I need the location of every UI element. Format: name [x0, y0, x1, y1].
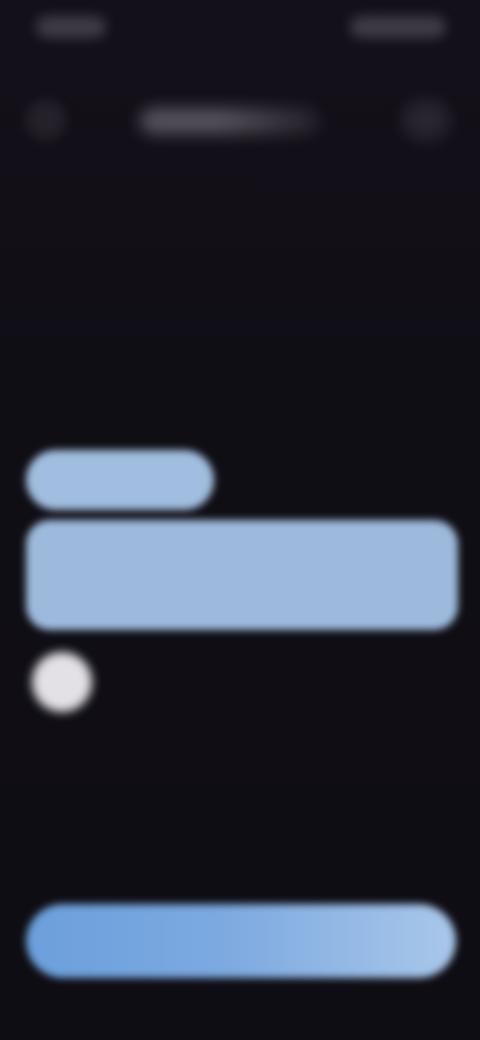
app-bar [0, 80, 480, 160]
back-arrow-icon[interactable] [26, 100, 66, 140]
chip[interactable] [26, 450, 214, 510]
message-card[interactable] [26, 520, 458, 630]
more-icon[interactable] [402, 100, 450, 140]
avatar[interactable] [32, 652, 92, 712]
primary-action-button[interactable] [26, 904, 456, 978]
screen [0, 0, 480, 1040]
app-title [140, 108, 320, 134]
status-bar [0, 0, 480, 60]
status-icons [350, 16, 446, 38]
status-time [36, 16, 106, 38]
content-area [0, 160, 480, 880]
